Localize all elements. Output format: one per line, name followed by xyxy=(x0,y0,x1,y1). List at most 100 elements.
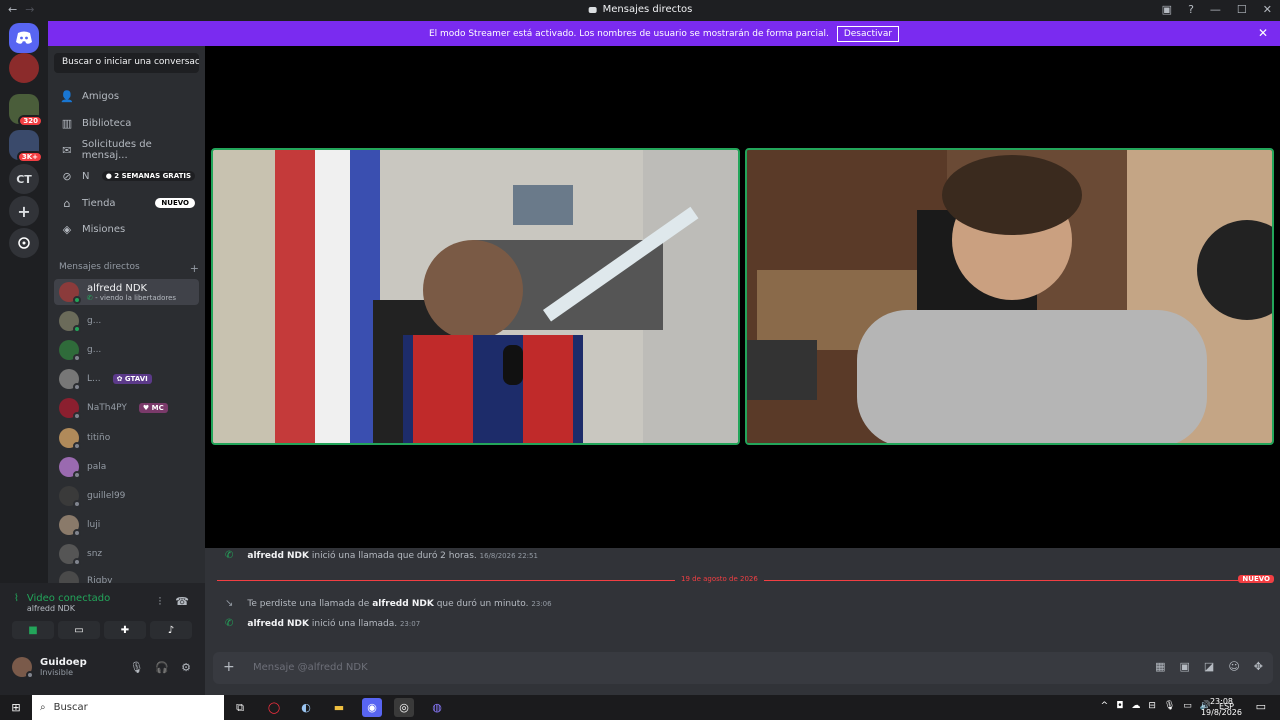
current-user[interactable]: Guidoep Invisible xyxy=(12,657,87,679)
phone-icon: ✆ xyxy=(225,618,234,629)
shop-icon: ⌂ xyxy=(63,196,71,210)
app-icon[interactable]: ◍ xyxy=(427,698,447,717)
dm-item[interactable]: g... xyxy=(54,337,199,363)
mention-badge: 3K+ xyxy=(16,151,43,163)
create-dm-icon[interactable]: + xyxy=(190,262,199,275)
add-server-icon[interactable]: + xyxy=(9,196,39,226)
screen-share-button[interactable]: ▭ xyxy=(58,621,100,639)
apps-icon[interactable]: ✥ xyxy=(1254,660,1263,673)
disconnect-icon[interactable]: ☎ xyxy=(175,595,189,609)
webcam-feed-1 xyxy=(213,150,738,443)
soundboard-button[interactable]: ♪ xyxy=(150,621,192,639)
headset-icon[interactable]: 🎧 xyxy=(155,661,169,674)
minimize-icon[interactable]: — xyxy=(1210,3,1221,16)
server-avatar-1[interactable] xyxy=(9,53,39,83)
discord-taskbar-icon[interactable]: ◉ xyxy=(362,698,382,717)
inbox-icon[interactable]: ▣ xyxy=(1162,3,1172,16)
activities-button[interactable]: ✚ xyxy=(104,621,146,639)
missed-call-icon: ↘ xyxy=(225,598,234,609)
signal-icon: ⌇ xyxy=(14,593,19,604)
deactivate-streamer-button[interactable]: Desactivar xyxy=(836,25,900,42)
noise-suppression-icon[interactable]: ⫶ xyxy=(159,595,162,609)
mic-icon[interactable]: 🎙 xyxy=(129,661,143,674)
usb-icon[interactable]: ⊟ xyxy=(1148,701,1156,711)
windows-start-icon[interactable]: ⊞ xyxy=(6,698,26,717)
clock[interactable]: 23:08 19/8/2026 xyxy=(1201,696,1242,718)
window-title: Mensajes directos xyxy=(588,4,692,15)
video-tile-alfredd[interactable] xyxy=(211,148,740,445)
dm-section-header: Mensajes directos + xyxy=(59,262,199,275)
quests-icon: ◈ xyxy=(62,222,72,236)
taskbar-search[interactable]: ⌕ Buscar xyxy=(32,695,224,720)
cloud-icon[interactable]: ☁ xyxy=(1131,701,1140,711)
phone-icon: ✆ xyxy=(87,293,93,302)
message-input[interactable]: Mensaje @alfredd NDK xyxy=(253,662,368,673)
back-icon[interactable]: ← xyxy=(8,3,17,16)
tray-app-icon[interactable]: ◘ xyxy=(1116,701,1123,711)
find-conversation-button[interactable]: Buscar o iniciar una conversac... xyxy=(54,53,199,73)
maximize-icon[interactable]: ☐ xyxy=(1237,3,1247,16)
server-folder-2[interactable]: 3K+ xyxy=(9,130,43,163)
nav-library[interactable]: ▥ Biblioteca xyxy=(54,111,199,135)
guild-tag: ✿ GTAVI xyxy=(112,374,152,384)
nitro-promo-badge: ● 2 SEMANAS GRATIS xyxy=(101,171,195,181)
nav-shop[interactable]: ⌂ Tienda NUEVO xyxy=(54,191,199,215)
user-panel: ⌇ Video conectado alfredd NDK ⫶ ☎ ■ ▭ ✚ … xyxy=(0,583,205,695)
forward-icon[interactable]: → xyxy=(25,3,34,16)
phone-icon: ✆ xyxy=(225,550,234,561)
gift-icon[interactable]: ▦ xyxy=(1155,660,1165,673)
sticker-icon[interactable]: ◪ xyxy=(1204,660,1214,673)
nav-quests[interactable]: ◈ Misiones xyxy=(54,217,199,241)
settings-icon[interactable]: ⚙ xyxy=(181,661,191,674)
inbox-icon: ✉ xyxy=(62,143,72,157)
friends-icon: 👤 xyxy=(60,89,74,103)
close-banner-icon[interactable]: ✕ xyxy=(1258,26,1268,40)
new-badge: NUEVO xyxy=(1238,575,1274,583)
obs-icon[interactable]: ◎ xyxy=(394,698,414,717)
nav-nitro[interactable]: ⊘ N ● 2 SEMANAS GRATIS xyxy=(54,164,199,188)
dm-item[interactable]: snz xyxy=(54,541,199,567)
opera-gx-icon[interactable]: ◯ xyxy=(264,698,284,717)
file-explorer-icon[interactable]: ▬ xyxy=(329,698,349,717)
guild-tag: ♥ MC xyxy=(138,403,168,413)
message-composer[interactable]: + Mensaje @alfredd NDK ▦ ▣ ◪ ☺ ✥ xyxy=(213,652,1273,684)
discord-home-icon[interactable] xyxy=(9,23,39,53)
help-icon[interactable]: ? xyxy=(1188,3,1194,16)
close-window-icon[interactable]: ✕ xyxy=(1263,3,1272,16)
camera-button[interactable]: ■ xyxy=(12,621,54,639)
emoji-icon[interactable]: ☺ xyxy=(1228,660,1239,673)
dm-item[interactable]: L... ✿ GTAVI xyxy=(54,366,199,392)
divider-date: 19 de agosto de 2026 xyxy=(675,575,764,583)
dm-icon xyxy=(588,6,597,13)
mic-icon[interactable]: 🎙 xyxy=(1164,701,1175,711)
dm-item-alfredd[interactable]: alfredd NDK ✆ - viendo la libertadores xyxy=(54,279,199,305)
attach-icon[interactable]: + xyxy=(223,659,235,675)
library-icon: ▥ xyxy=(61,116,73,130)
new-badge: NUEVO xyxy=(155,198,195,208)
server-folder-1[interactable]: 320 xyxy=(9,94,43,127)
task-view-icon[interactable]: ⧉ xyxy=(230,698,250,717)
gif-icon[interactable]: ▣ xyxy=(1180,660,1190,673)
avatar xyxy=(59,398,81,420)
dm-item[interactable]: guillel99 xyxy=(54,483,199,509)
dm-item[interactable]: luji xyxy=(54,512,199,538)
search-icon: ⌕ xyxy=(40,702,46,713)
nav-message-requests[interactable]: ✉ Solicitudes de mensaj... xyxy=(54,138,199,162)
avatar xyxy=(12,657,34,679)
steam-icon[interactable]: ◐ xyxy=(296,698,316,717)
streamer-mode-banner: El modo Streamer está activado. Los nomb… xyxy=(48,21,1280,46)
call-log-message: ✆ alfredd NDK inició una llamada. 23:07 xyxy=(225,618,421,629)
video-tile-guidoep[interactable] xyxy=(745,148,1274,445)
network-icon[interactable]: ▭ xyxy=(1183,701,1192,711)
dm-item[interactable]: NaTh4PY ♥ MC xyxy=(54,395,199,421)
discover-icon[interactable] xyxy=(9,228,39,258)
dm-item[interactable]: g... xyxy=(54,308,199,334)
dm-item[interactable]: pala xyxy=(54,454,199,480)
avatar xyxy=(59,311,81,333)
nav-friends[interactable]: 👤 Amigos xyxy=(54,84,199,108)
chevron-up-icon[interactable]: ^ xyxy=(1101,701,1109,711)
notifications-icon[interactable]: ▭ xyxy=(1256,700,1266,713)
dm-item[interactable]: titiño xyxy=(54,425,199,451)
server-ct[interactable]: CT xyxy=(9,164,39,194)
avatar xyxy=(59,544,81,566)
